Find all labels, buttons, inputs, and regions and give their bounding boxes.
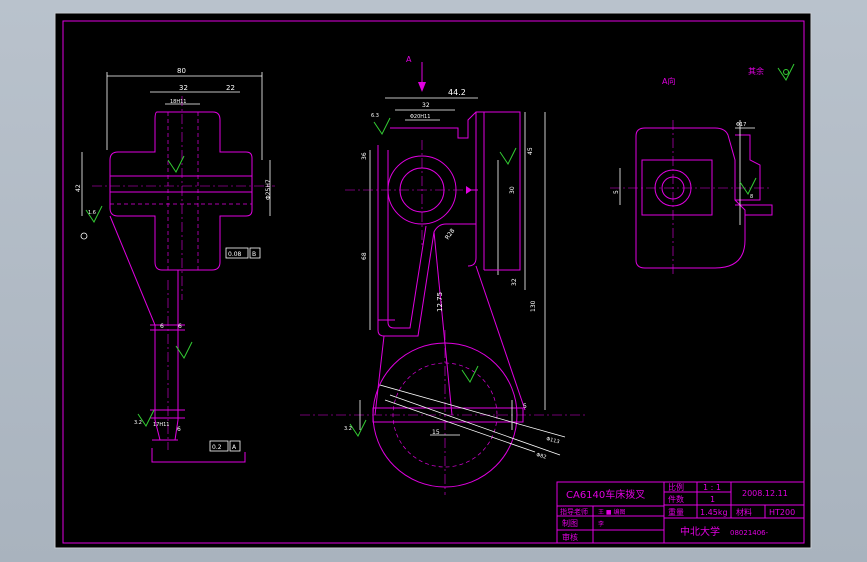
rough-3-2-main: 3.2 — [344, 426, 352, 432]
dim-12-75: 12.75 — [436, 292, 444, 312]
drawing-sheet — [54, 12, 812, 549]
dim-6c: 6 — [177, 426, 181, 433]
section-arrow-label: A — [406, 55, 412, 64]
dim-80: 80 — [177, 67, 186, 75]
material-value: HT200 — [769, 508, 795, 517]
scale-label: 比例 — [668, 482, 684, 492]
dim-36: 36 — [361, 152, 368, 160]
dim-42: 42 — [75, 184, 82, 192]
remaining-roughness-label: 其余 — [748, 66, 764, 76]
tol-0-08: 0.08 — [228, 251, 242, 258]
dim-68: 68 — [361, 252, 368, 260]
weight-value: 1.45kg — [700, 508, 728, 517]
cad-viewport: 80 32 22 18H11 42 Φ25H7 1.6 0.08 B 6 6 1… — [0, 0, 867, 562]
tol-0-2: 0.2 — [212, 444, 222, 451]
dim-5: 5 — [523, 403, 527, 410]
dim-20h11: Φ20H11 — [410, 114, 430, 120]
part-name: CA6140车床拨叉 — [566, 488, 645, 501]
teacher-value: 王 ■ 编图 — [598, 508, 625, 516]
tol-ref-b: B — [252, 251, 256, 258]
aux-dim-phi17: Φ17 — [736, 122, 746, 128]
school-name: 中北大学 — [680, 525, 720, 538]
weight-label: 重量 — [668, 507, 684, 517]
dim-18h11: 18H11 — [170, 99, 186, 105]
dim-30: 30 — [509, 186, 516, 194]
dim-6b: 6 — [178, 323, 182, 330]
dim-15: 15 — [432, 429, 440, 436]
checker-label: 审核 — [562, 532, 578, 542]
dim-32: 32 — [179, 84, 188, 92]
rough-1-6: 1.6 — [88, 210, 96, 216]
date-value: 2008.12.11 — [742, 489, 788, 498]
teacher-label: 指导老师 — [560, 507, 588, 516]
student-id: 08021406- — [730, 529, 769, 537]
drawer-label: 制图 — [562, 518, 578, 528]
aux-dim-5: 5 — [613, 190, 620, 194]
drawing-canvas: 80 32 22 18H11 42 Φ25H7 1.6 0.08 B 6 6 1… — [54, 12, 812, 549]
dim-17h11: 17H11 — [153, 422, 169, 428]
dim-6a: 6 — [160, 323, 164, 330]
qty-label: 件数 — [668, 494, 684, 504]
scale-value: 1 : 1 — [703, 483, 721, 492]
dim-44-2: 44.2 — [448, 88, 466, 97]
dim-22: 22 — [226, 84, 235, 92]
aux-view-label: A向 — [662, 76, 675, 86]
drawer-value: 李 — [598, 520, 604, 528]
dim-32b: 32 — [511, 278, 518, 286]
dim-45: 45 — [527, 147, 534, 155]
dim-130: 130 — [530, 300, 537, 312]
dim-32-main: 32 — [422, 102, 430, 109]
material-label: 材料 — [736, 507, 752, 517]
rough-3-2: 3.2 — [134, 420, 142, 426]
rough-6-3: 6.3 — [371, 113, 379, 119]
aux-dim-8: 8 — [750, 194, 753, 200]
dim-bore: Φ25H7 — [265, 179, 272, 200]
qty-value: 1 — [710, 495, 715, 504]
